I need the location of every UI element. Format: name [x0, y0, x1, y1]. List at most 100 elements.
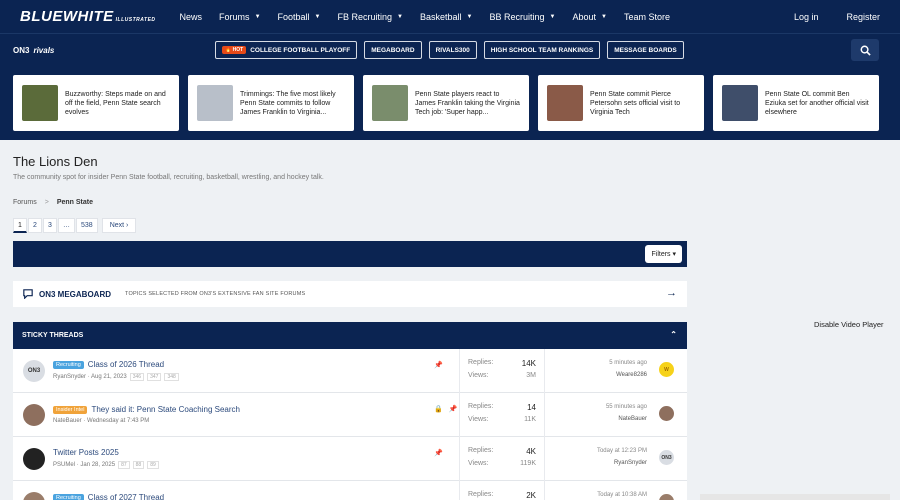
page-last[interactable]: 538 — [76, 218, 98, 233]
rivals-logo[interactable]: rivals — [33, 46, 54, 55]
thread-title[interactable]: They said it: Penn State Coaching Search — [91, 405, 240, 414]
page-ellipsis[interactable]: … — [58, 218, 75, 233]
nav-item-fb-recruiting[interactable]: FB Recruiting ▼ — [338, 12, 403, 22]
search-button[interactable] — [851, 39, 879, 61]
nav-item-forums[interactable]: Forums ▼ — [219, 12, 260, 22]
megaboard-banner[interactable]: ON3 MEGABOARD TOPICS SELECTED FROM ON3'S… — [13, 281, 687, 307]
thread-meta: NateBauer · Wednesday at 7:43 PM — [53, 418, 443, 424]
pill-rivals300[interactable]: RIVALS300 — [428, 41, 477, 59]
filter-bar: Filters ▾ — [13, 241, 687, 267]
disable-video-player-link[interactable]: Disable Video Player — [814, 320, 884, 329]
thread-prefix-tag[interactable]: Recruiting — [53, 360, 84, 369]
news-card[interactable]: Penn State OL commit Ben Eziuka set for … — [713, 75, 879, 131]
thread-page-link[interactable]: 88 — [132, 461, 145, 469]
thread-row[interactable]: ON3 Recruiting Class of 2026 Thread RyanS… — [13, 349, 687, 393]
thread-stats: Replies: 4K Views: 119K — [459, 437, 544, 481]
thread-meta: RyanSnyder · Aug 21, 2023 346 347 348 — [53, 373, 443, 381]
thread-page-link[interactable]: 346 — [129, 373, 145, 381]
on3-logo[interactable]: ON3 — [13, 46, 29, 55]
thread-page-link[interactable]: 87 — [118, 461, 130, 469]
page-2[interactable]: 2 — [28, 218, 42, 233]
thread-title[interactable]: Class of 2027 Thread — [88, 493, 164, 500]
nav-item-news[interactable]: News — [180, 12, 203, 22]
site-logo[interactable]: BLUEWHITE ILLUSTRATED — [20, 8, 156, 25]
last-post-time[interactable]: 5 minutes ago — [609, 360, 647, 366]
pill-message-boards[interactable]: MESSAGE BOARDS — [607, 41, 684, 59]
last-post-time[interactable]: Today at 10:38 AM — [597, 492, 647, 498]
page-3[interactable]: 3 — [43, 218, 57, 233]
last-post-time[interactable]: Today at 12:23 PM — [597, 448, 647, 454]
last-post-time[interactable]: 55 minutes ago — [606, 404, 647, 410]
news-card[interactable]: Penn State commit Pierce Petersohn sets … — [538, 75, 704, 131]
arrow-right-icon[interactable]: → — [666, 287, 677, 299]
news-thumbnail — [547, 85, 583, 121]
nav-item-basketball[interactable]: Basketball ▼ — [420, 12, 472, 22]
thread-main: Insider Intel They said it: Penn State Co… — [53, 405, 443, 424]
thread-title-line: Insider Intel They said it: Penn State Co… — [53, 405, 443, 414]
pagination: 1 2 3 … 538 Next › — [13, 218, 887, 233]
thread-author[interactable]: RyanSnyder — [53, 374, 86, 380]
news-card[interactable]: Buzzworthy: Steps made on and off the fi… — [13, 75, 179, 131]
thread-title[interactable]: Class of 2026 Thread — [88, 360, 164, 369]
last-post-user[interactable]: RyanSnyder — [614, 460, 647, 466]
thread-author[interactable]: NateBauer — [53, 418, 82, 424]
nav-item-bb-recruiting[interactable]: BB Recruiting ▼ — [489, 12, 555, 22]
pill-megaboard[interactable]: MEGABOARD — [364, 41, 422, 59]
page-title: The Lions Den — [13, 154, 98, 169]
news-card[interactable]: Penn State players react to James Frankl… — [363, 75, 529, 131]
chevron-down-icon: ▼ — [254, 13, 261, 20]
collapse-icon[interactable]: ⌃ — [670, 330, 677, 339]
last-post-avatar[interactable] — [659, 406, 674, 421]
nav-label: Football — [277, 11, 310, 22]
avatar[interactable] — [23, 447, 45, 470]
thread-list: ON3 Recruiting Class of 2026 Thread RyanS… — [13, 349, 887, 500]
page-1[interactable]: 1 — [13, 218, 27, 233]
nav-item-about[interactable]: About ▼ — [572, 12, 606, 22]
next-page-button[interactable]: Next › — [101, 218, 137, 233]
news-thumbnail — [197, 85, 233, 121]
news-thumbnail — [22, 85, 58, 121]
thread-prefix-tag[interactable]: Insider Intel — [53, 405, 88, 414]
last-post-avatar[interactable]: W — [659, 362, 674, 377]
breadcrumb-current[interactable]: Penn State — [57, 199, 93, 206]
breadcrumb-forums[interactable]: Forums — [13, 199, 37, 206]
thread-title[interactable]: Twitter Posts 2025 — [53, 448, 119, 457]
lock-icon: 🔒 — [434, 406, 443, 413]
thread-page-link[interactable]: 89 — [147, 461, 159, 469]
main-content: The Lions Den The community spot for ins… — [0, 154, 900, 500]
thread-row[interactable]: Insider Intel They said it: Penn State Co… — [13, 393, 687, 437]
register-link[interactable]: Register — [846, 12, 880, 22]
replies-label: Replies: — [468, 359, 494, 366]
views-label: Views: — [468, 372, 489, 379]
thread-author[interactable]: PSUMel — [53, 462, 75, 468]
nav-item-team-store[interactable]: Team Store — [624, 12, 670, 22]
last-post-user[interactable]: Weare8286 — [616, 372, 647, 378]
filters-button[interactable]: Filters ▾ — [645, 245, 682, 263]
news-card[interactable]: Trimmings: The five most likely Penn Sta… — [188, 75, 354, 131]
hot-badge: 🔥 HOT — [222, 46, 247, 54]
pill-hs-team-rankings[interactable]: HIGH SCHOOL TEAM RANKINGS — [483, 41, 601, 59]
last-post: 5 minutes ago Weare8286 W — [544, 349, 687, 393]
avatar[interactable] — [23, 403, 45, 426]
last-post-avatar[interactable]: ON3 — [659, 450, 674, 465]
pill-college-football-playoff[interactable]: 🔥 HOT COLLEGE FOOTBALL PLAYOFF — [215, 41, 358, 59]
last-post-user[interactable]: NateBauer — [618, 416, 647, 422]
replies-count: 14K — [521, 359, 536, 368]
thread-row[interactable]: Twitter Posts 2025 PSUMel · Jan 28, 2025… — [13, 437, 687, 481]
avatar[interactable] — [23, 491, 45, 500]
replies-label: Replies: — [468, 491, 494, 498]
chevron-down-icon: ▼ — [600, 13, 607, 20]
news-carousel: Buzzworthy: Steps made on and off the fi… — [0, 66, 900, 140]
nav-item-football[interactable]: Football ▼ — [278, 12, 321, 22]
avatar[interactable]: ON3 — [23, 359, 45, 382]
thread-row[interactable]: Recruiting Class of 2027 Thread Replies: 2… — [13, 481, 687, 500]
thread-page-link[interactable]: 347 — [147, 373, 162, 381]
thread-date: · Wednesday at 7:43 PM — [83, 418, 150, 424]
logo-subtext: ILLUSTRATED — [115, 17, 156, 23]
thread-main: Recruiting Class of 2026 Thread RyanSnyde… — [53, 360, 443, 381]
thread-status-icons: 📌 — [428, 361, 443, 369]
thread-prefix-tag[interactable]: Recruiting — [53, 493, 84, 500]
last-post-avatar[interactable] — [659, 494, 674, 500]
thread-page-link[interactable]: 348 — [164, 373, 179, 381]
login-link[interactable]: Log in — [794, 12, 819, 22]
